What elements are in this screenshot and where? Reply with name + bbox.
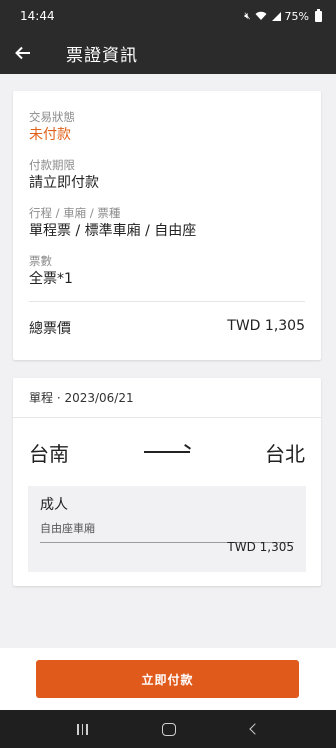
back-nav-icon[interactable] xyxy=(249,723,261,735)
ticket-count-label: 票數 xyxy=(29,254,52,268)
route-arrow-icon xyxy=(144,451,190,453)
passenger-box: 成人 自由座車廂 TWD 1,305 xyxy=(28,486,306,572)
wifi-icon xyxy=(255,11,267,20)
bottom-action-area: 立即付款 xyxy=(0,648,336,710)
signal-icon xyxy=(271,12,281,21)
route-row: 台南 台北 xyxy=(13,418,321,486)
deadline-value: 請立即付款 xyxy=(29,175,99,191)
status-value: 未付款 xyxy=(29,127,71,143)
recents-icon[interactable] xyxy=(77,723,88,735)
trip-header: 單程 · 2023/06/21 xyxy=(13,378,321,418)
deadline-label: 付款期限 xyxy=(29,158,75,172)
page-title: 票證資訊 xyxy=(66,45,138,66)
battery-percent: 75% xyxy=(284,9,309,23)
ticket-count-value: 全票*1 xyxy=(29,271,73,287)
back-arrow-icon[interactable] xyxy=(0,32,46,74)
status-time: 14:44 xyxy=(20,9,55,23)
mute-icon: 🔇︎ xyxy=(244,10,251,22)
system-nav-bar xyxy=(0,710,336,748)
pay-now-button[interactable]: 立即付款 xyxy=(36,660,299,698)
passenger-price: TWD 1,305 xyxy=(227,540,294,554)
destination-station: 台北 xyxy=(265,441,305,466)
origin-station: 台南 xyxy=(29,441,69,466)
status-label: 交易狀態 xyxy=(29,110,75,124)
ticket-info-card: 交易狀態 未付款 付款期限 請立即付款 行程 / 車廂 / 票種 單程票 / 標… xyxy=(13,91,321,360)
status-icons: 🔇︎ 75% xyxy=(244,8,322,23)
trip-type-label: 行程 / 車廂 / 票種 xyxy=(29,206,121,220)
total-row: 總票價 TWD 1,305 xyxy=(29,301,305,338)
passenger-type: 成人 xyxy=(40,497,68,513)
trip-card: 單程 · 2023/06/21 台南 台北 成人 自由座車廂 TWD 1,305 xyxy=(13,378,321,586)
total-label: 總票價 xyxy=(29,321,71,337)
total-value: TWD 1,305 xyxy=(227,318,305,334)
battery-icon xyxy=(315,8,322,22)
trip-type-value: 單程票 / 標準車廂 / 自由座 xyxy=(29,223,197,239)
status-bar: 14:44 🔇︎ 75% xyxy=(0,0,336,32)
app-bar: 票證資訊 xyxy=(0,32,336,74)
home-icon[interactable] xyxy=(162,722,177,736)
